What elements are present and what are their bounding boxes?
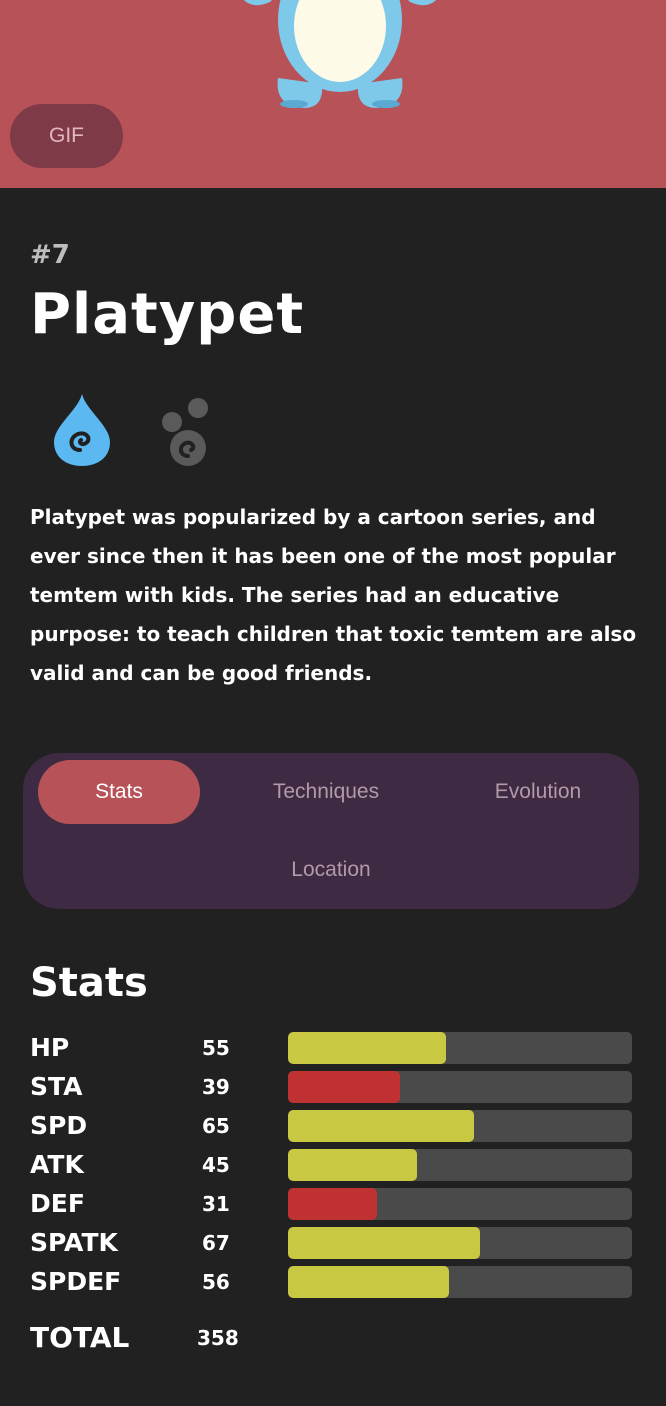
hero-banner: GIF <box>0 0 666 188</box>
stat-value: 67 <box>202 1231 230 1255</box>
stat-row: STA 39 <box>30 1070 632 1104</box>
stat-label: SPD <box>30 1111 88 1140</box>
stat-label: SPDEF <box>30 1267 122 1296</box>
stat-value: 31 <box>202 1192 230 1216</box>
stat-value: 56 <box>202 1270 230 1294</box>
stat-bar-track <box>288 1266 632 1298</box>
stat-value: 39 <box>202 1075 230 1099</box>
total-value: 358 <box>197 1326 239 1350</box>
toxic-bubbles-icon <box>162 398 208 466</box>
stats-title: Stats <box>30 960 148 1006</box>
stat-label: STA <box>30 1072 83 1101</box>
stat-label: HP <box>30 1033 70 1062</box>
stat-bar-fill <box>288 1032 446 1064</box>
stat-bar-fill <box>288 1110 475 1142</box>
stat-row: SPATK 67 <box>30 1226 632 1260</box>
stat-label: ATK <box>30 1150 84 1179</box>
tab-bar: Stats Techniques Evolution Location <box>23 753 639 909</box>
stat-bar-fill <box>288 1071 400 1103</box>
total-label: TOTAL <box>30 1321 130 1354</box>
stat-bar-track <box>288 1071 632 1103</box>
stat-bar-track <box>288 1188 632 1220</box>
stat-label: DEF <box>30 1189 85 1218</box>
stat-row: DEF 31 <box>30 1187 632 1221</box>
stat-row: ATK 45 <box>30 1148 632 1182</box>
stat-label: SPATK <box>30 1228 118 1257</box>
stat-row: HP 55 <box>30 1031 632 1065</box>
monster-number: #7 <box>30 240 70 270</box>
stat-row: SPDEF 56 <box>30 1265 632 1299</box>
stat-bar-track <box>288 1149 632 1181</box>
stat-value: 45 <box>202 1153 230 1177</box>
stat-value: 65 <box>202 1114 230 1138</box>
stat-bar-track <box>288 1032 632 1064</box>
stat-bar-track <box>288 1110 632 1142</box>
stat-bar-fill <box>288 1266 449 1298</box>
gif-button[interactable]: GIF <box>10 104 123 168</box>
tab-stats[interactable]: Stats <box>38 760 200 824</box>
stat-bar-fill <box>288 1149 417 1181</box>
stat-bar-fill <box>288 1188 377 1220</box>
tab-evolution[interactable]: Evolution <box>443 760 633 824</box>
stat-bar-track <box>288 1227 632 1259</box>
type-icons <box>50 392 218 468</box>
platypet-image <box>243 0 437 108</box>
monster-name: Platypet <box>30 282 305 347</box>
tab-location[interactable]: Location <box>231 838 431 902</box>
stat-row: SPD 65 <box>30 1109 632 1143</box>
stat-value: 55 <box>202 1036 230 1060</box>
monster-description: Platypet was popularized by a cartoon se… <box>30 505 637 685</box>
water-drop-icon <box>54 394 110 466</box>
tab-techniques[interactable]: Techniques <box>226 760 426 824</box>
stat-bar-fill <box>288 1227 481 1259</box>
total-row: TOTAL 358 <box>30 1318 430 1358</box>
